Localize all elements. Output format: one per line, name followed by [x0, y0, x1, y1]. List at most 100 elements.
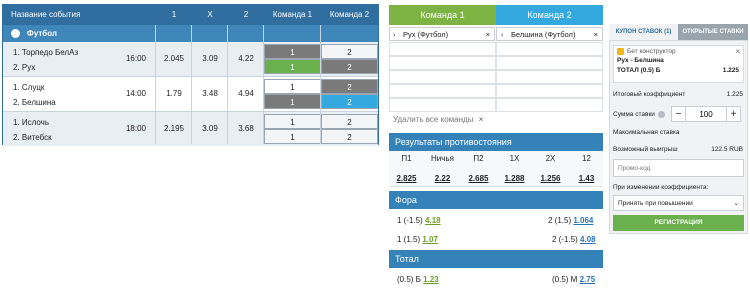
empty-slot[interactable]: [496, 70, 603, 84]
tab-open-bets[interactable]: ОТКРЫТЫЕ СТАВКИ: [678, 24, 748, 40]
total-odd[interactable]: 1.23: [423, 275, 439, 284]
register-button[interactable]: РЕГИСТРАЦИЯ: [613, 215, 744, 231]
market-label: П1: [401, 154, 412, 163]
total-coef-value: 1.225: [726, 91, 743, 98]
stake-plus-button[interactable]: +: [726, 106, 741, 122]
handicap-label: 1 (-1.5): [397, 216, 423, 225]
team1-pick-button[interactable]: 1: [264, 114, 321, 129]
empty-slot[interactable]: [389, 98, 496, 112]
empty-slot[interactable]: [496, 56, 603, 70]
market-label: 2Х: [545, 154, 556, 163]
close-icon[interactable]: ×: [735, 47, 740, 56]
total-label: (0.5) М: [552, 275, 578, 284]
total-left-row[interactable]: (0.5) Б 1.23: [397, 275, 439, 284]
team2-pick-button[interactable]: 2: [321, 129, 378, 144]
empty-slot[interactable]: [389, 56, 496, 70]
team1-selection[interactable]: › Рух (Футбол) ×: [389, 27, 495, 41]
market-odd[interactable]: 2.825: [389, 174, 424, 183]
remove-all-button[interactable]: Удалить все команды ×: [393, 115, 483, 124]
close-icon[interactable]: ×: [486, 28, 490, 42]
handicap-odd[interactable]: 1.07: [422, 235, 438, 244]
chevron-right-icon: ›: [393, 30, 396, 39]
team1-pick-button[interactable]: 1: [264, 129, 321, 144]
odd-1[interactable]: 2.195: [156, 124, 192, 133]
handicap-header: Фора: [389, 191, 603, 209]
total-right-row[interactable]: (0.5) М 2.75: [552, 275, 595, 284]
odd-x[interactable]: 3.09: [192, 124, 228, 133]
odd-2[interactable]: 4.94: [228, 89, 264, 98]
market-odd[interactable]: 1.256: [533, 174, 568, 183]
market-odd[interactable]: 1.288: [497, 174, 532, 183]
odd-2[interactable]: 3.68: [228, 124, 264, 133]
team1-pick-button[interactable]: 1: [264, 44, 321, 59]
close-icon[interactable]: ×: [594, 28, 598, 42]
stake-input[interactable]: [686, 106, 726, 122]
home-team: 1. Слуцк: [13, 83, 45, 92]
handicap-right-row[interactable]: 2 (-1.5) 4.08: [552, 235, 596, 244]
market-odd[interactable]: 2.22: [425, 174, 460, 183]
team2-selection-label: Белшина (Футбол): [511, 30, 576, 39]
team1-pick-button[interactable]: 1: [264, 79, 321, 94]
remove-all-label: Удалить все команды: [393, 115, 474, 124]
team2-pick-button[interactable]: 2: [321, 79, 378, 94]
event-time: 16:00: [125, 54, 147, 63]
empty-slot[interactable]: [389, 42, 496, 56]
odd-1[interactable]: 2.045: [156, 54, 192, 63]
team1-pick-button-selected[interactable]: 1: [264, 59, 321, 74]
handicap-label: 2 (-1.5): [552, 235, 578, 244]
handicap-left-row[interactable]: 1 (-1.5) 4.18: [397, 216, 441, 225]
stake-label: Сумма ставки: [613, 111, 655, 118]
market-label: Ничья: [431, 154, 454, 163]
stake-minus-button[interactable]: −: [671, 106, 686, 122]
column-divider: [263, 25, 264, 144]
soccer-ball-icon: [11, 29, 20, 38]
market-odd[interactable]: 1.43: [569, 174, 604, 183]
handicap-odd[interactable]: 1.064: [573, 216, 593, 225]
empty-slot[interactable]: [496, 84, 603, 98]
odd-2[interactable]: 4.22: [228, 54, 264, 63]
column-divider: [155, 25, 156, 144]
team2-pick-button[interactable]: 2: [321, 44, 378, 59]
possible-win-value: 122.5 RUB: [711, 146, 743, 153]
team2-selection[interactable]: ‹ Белшина (Футбол) ×: [496, 27, 603, 41]
empty-slot[interactable]: [389, 70, 496, 84]
header-odd-2: 2: [243, 10, 249, 19]
bet-type: Бет конструктор: [627, 48, 676, 55]
empty-slot[interactable]: [496, 42, 603, 56]
coef-change-select[interactable]: Принять при повышении ⌄: [613, 195, 744, 211]
handicap-odd[interactable]: 4.08: [580, 235, 596, 244]
odd-x[interactable]: 3.48: [192, 89, 228, 98]
promo-code-input[interactable]: [613, 159, 744, 177]
handicap-odd[interactable]: 4.18: [425, 216, 441, 225]
chevron-left-icon: ‹: [501, 30, 504, 39]
handicap-label: 2 (1.5): [548, 216, 572, 225]
trophy-icon: [617, 48, 624, 55]
tab-bet-slip[interactable]: КУПОН СТАВОК (1): [609, 24, 678, 40]
handicap-right-row[interactable]: 2 (1.5) 1.064: [548, 216, 593, 225]
odd-x[interactable]: 3.09: [192, 54, 228, 63]
team1-pick-button[interactable]: 1: [264, 94, 321, 109]
event-time: 14:00: [125, 89, 147, 98]
header-odd-1: 1: [171, 10, 177, 19]
empty-slot[interactable]: [389, 84, 496, 98]
market-label: П2: [473, 154, 484, 163]
tab-team2[interactable]: Команда 2: [496, 5, 603, 25]
results-header: Результаты противостояния: [389, 133, 603, 151]
chevron-down-icon: ⌄: [733, 200, 739, 207]
coef-change-label: При изменении коэффициента:: [613, 184, 709, 191]
odd-1[interactable]: 1.79: [156, 89, 192, 98]
team2-pick-button[interactable]: 2: [321, 59, 378, 74]
market-label: 12: [582, 154, 591, 163]
tab-team1[interactable]: Команда 1: [389, 5, 496, 25]
empty-slot[interactable]: [496, 98, 603, 112]
team2-pick-button-selected[interactable]: 2: [321, 94, 378, 109]
total-coef-label: Итоговый коэффициент: [613, 91, 686, 98]
market-odd[interactable]: 2.685: [461, 174, 496, 183]
bet-match: Рух - Белшина: [617, 57, 664, 64]
handicap-left-row[interactable]: 1 (1.5) 1.07: [397, 235, 438, 244]
column-divider: [320, 25, 321, 144]
close-icon: ×: [478, 115, 484, 124]
team2-pick-button[interactable]: 2: [321, 114, 378, 129]
total-odd[interactable]: 2.75: [580, 275, 596, 284]
info-icon: [658, 111, 665, 118]
